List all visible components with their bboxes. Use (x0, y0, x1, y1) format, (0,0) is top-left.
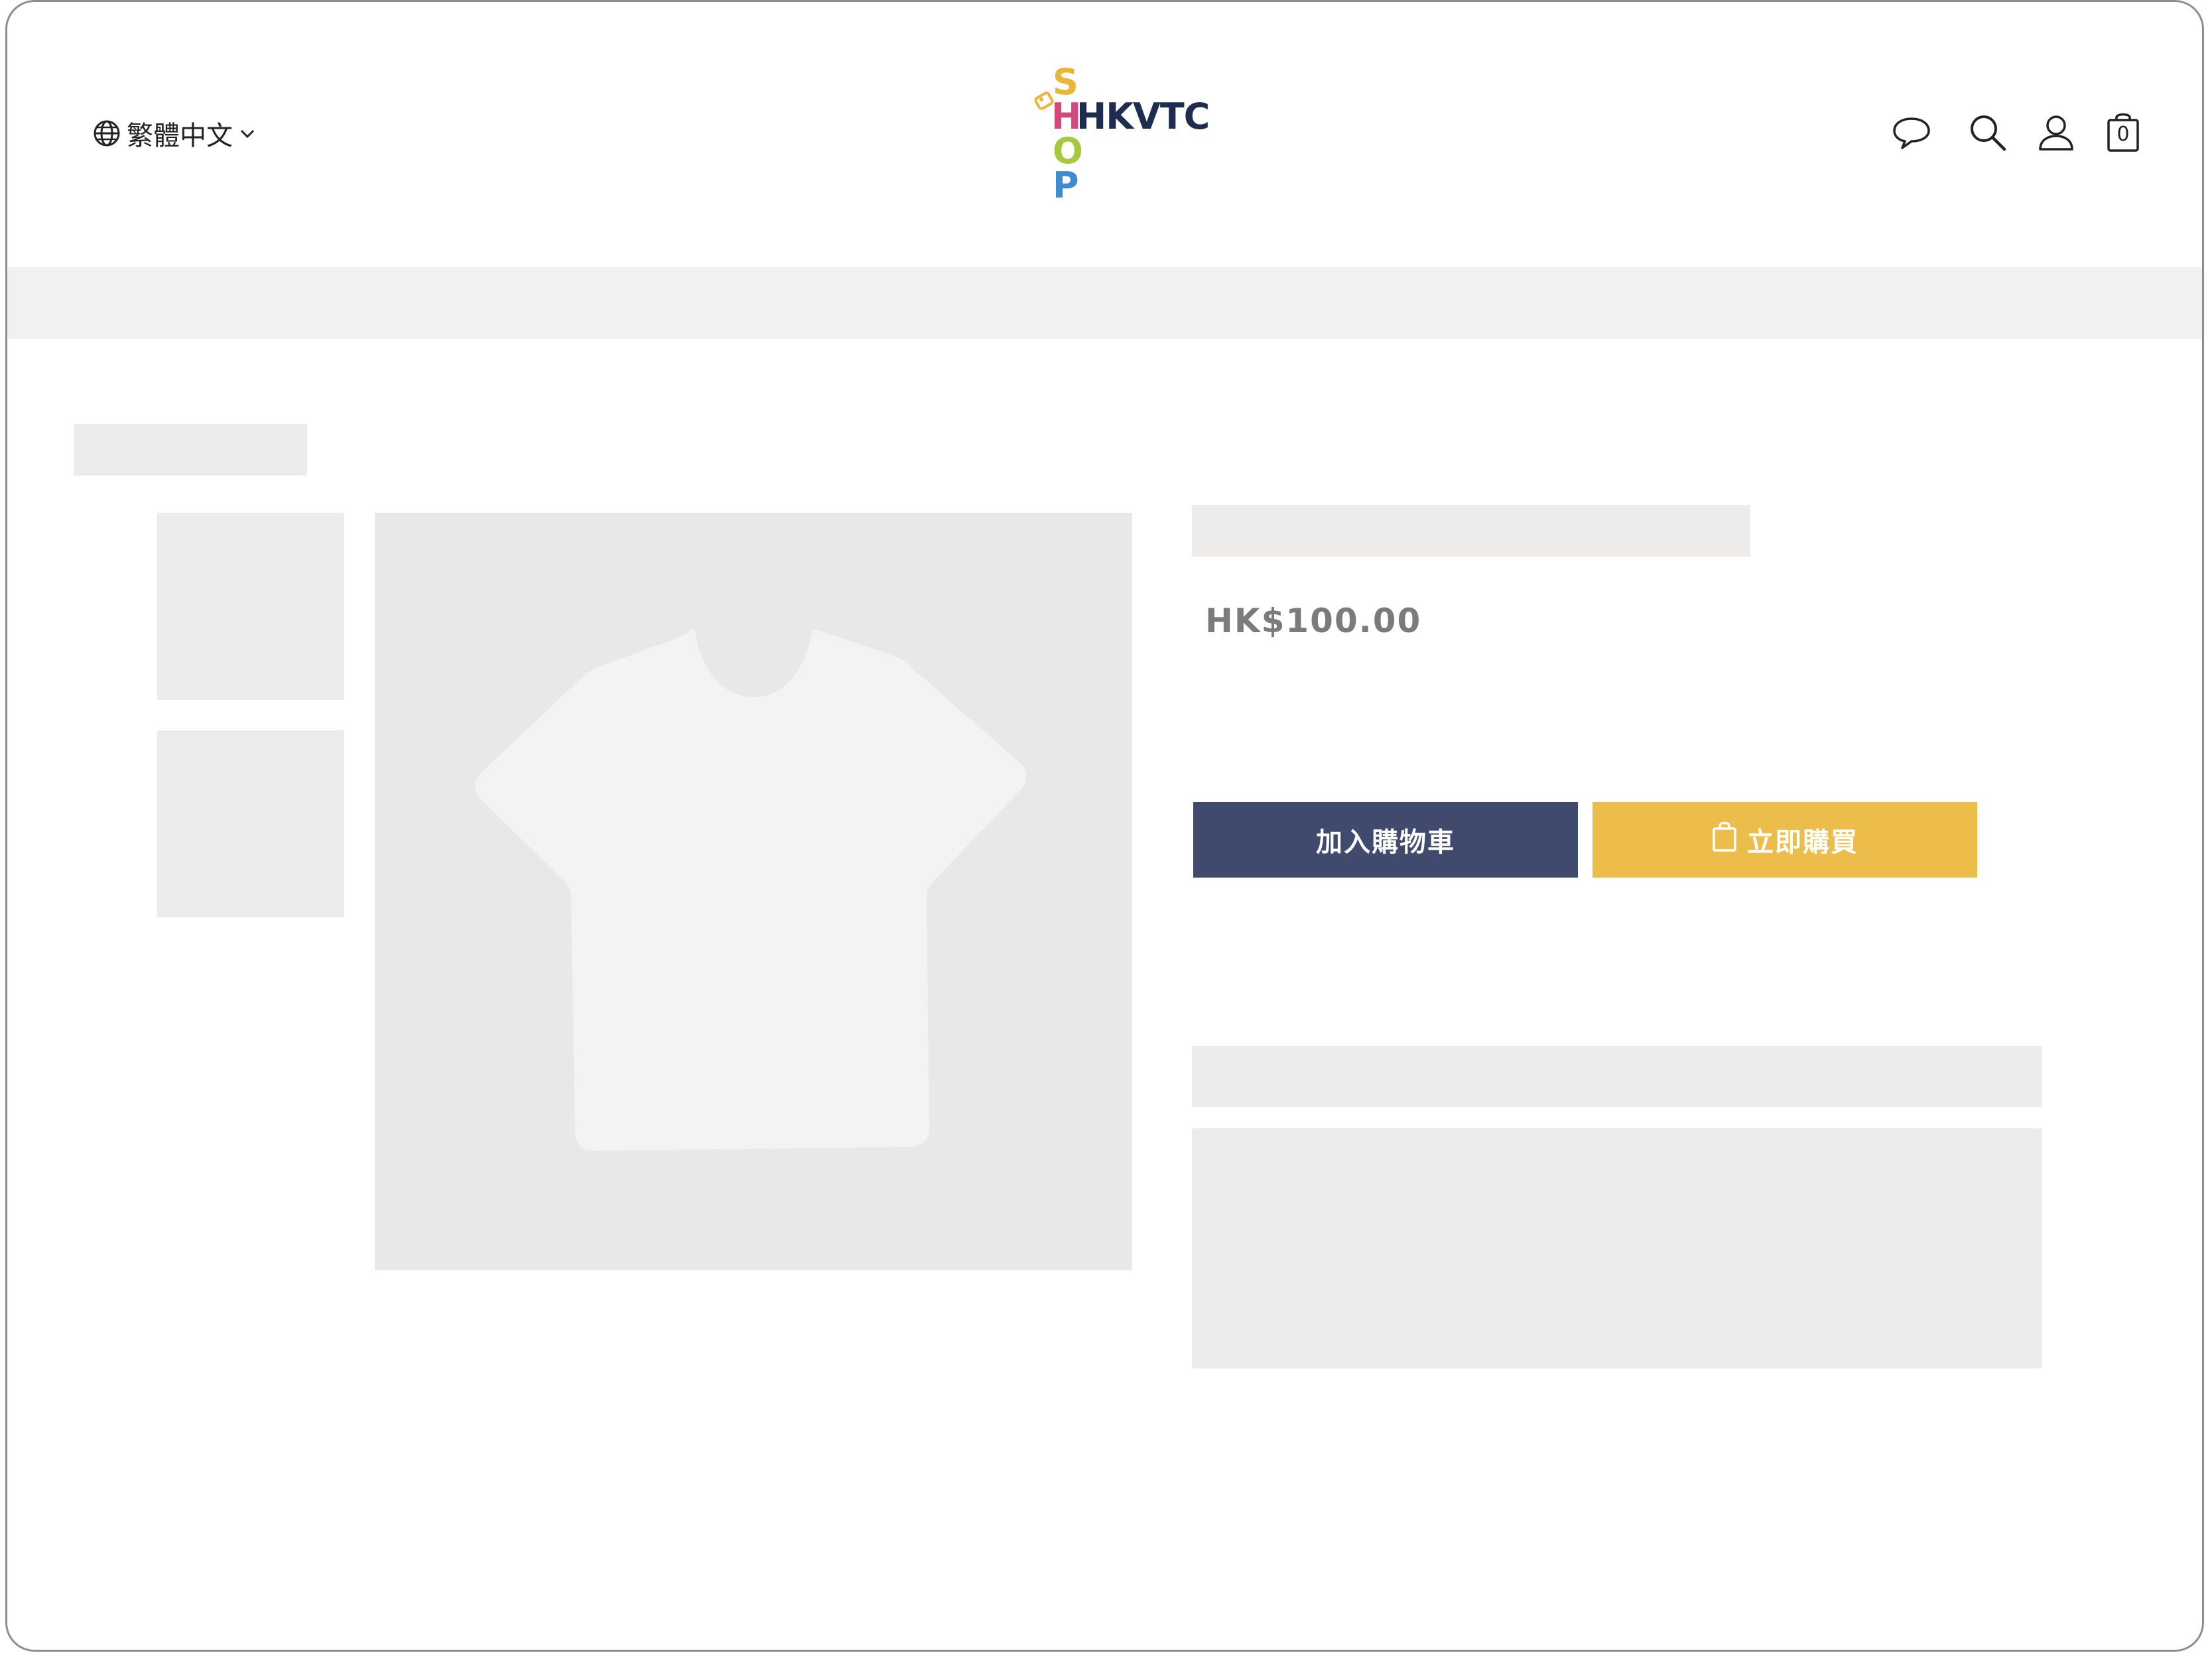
shopping-bag-icon (1711, 821, 1738, 859)
logo-letter-o: O (1053, 130, 1083, 172)
logo-letter-s: S (1053, 61, 1078, 103)
description-header-placeholder (1192, 1046, 2042, 1107)
cart-count: 0 (2116, 123, 2130, 146)
logo-letter-p: P (1053, 165, 1079, 206)
breadcrumb-placeholder (74, 424, 307, 476)
search-icon[interactable] (1966, 111, 2008, 153)
product-image-placeholder[interactable] (375, 513, 1132, 1270)
user-icon[interactable] (2035, 111, 2077, 153)
shop-logo[interactable]: S H O P HKVTC (1026, 60, 1210, 213)
chevron-down-icon (238, 124, 257, 143)
thumbnail-placeholder[interactable] (157, 730, 344, 917)
description-body-placeholder (1192, 1128, 2042, 1368)
add-to-cart-button[interactable]: 加入購物車 (1193, 802, 1578, 878)
language-label: 繁體中文 (127, 121, 233, 151)
chat-icon[interactable] (1890, 111, 1933, 153)
language-selector[interactable]: 繁體中文 (92, 116, 257, 151)
buy-now-label: 立即購買 (1747, 827, 1858, 858)
product-price: HK$100.00 (1205, 602, 1422, 640)
product-title-placeholder (1192, 505, 1750, 557)
buy-now-button[interactable]: 立即購買 (1593, 802, 1977, 878)
cart-button[interactable]: 0 (2105, 111, 2148, 153)
announcement-bar-placeholder (7, 267, 2202, 339)
thumbnail-placeholder[interactable] (157, 513, 344, 700)
add-to-cart-label: 加入購物車 (1316, 827, 1455, 858)
globe-icon (92, 119, 121, 148)
app-window: 繁體中文 S H O P HKVTC 0 HK$100.00 加入購物車 立即購… (5, 0, 2204, 1652)
logo-text: HKVTC (1076, 96, 1210, 137)
